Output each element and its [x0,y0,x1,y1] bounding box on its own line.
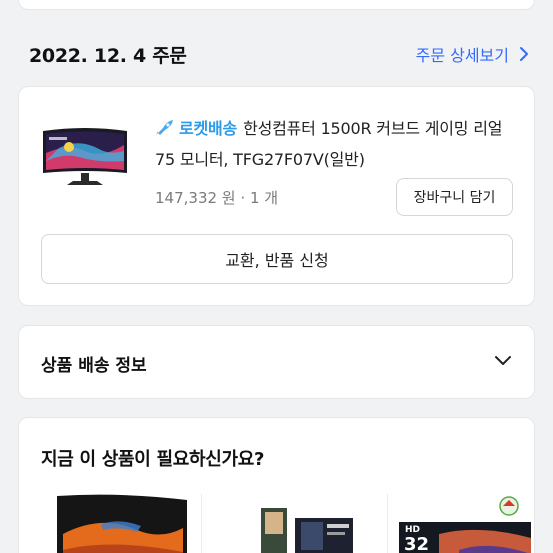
recommendation-title: 지금 이 상품이 필요하신가요? [41,449,265,470]
product-quantity: 1 개 [249,189,279,207]
shipping-info-section[interactable]: 상품 배송 정보 [18,325,535,399]
add-to-cart-button[interactable]: 장바구니 담기 [396,178,513,216]
rocket-delivery-label: 로켓배송 [179,119,238,138]
chevron-down-icon [495,356,511,365]
shipping-info-title: 상품 배송 정보 [41,356,147,376]
order-detail-label: 주문 상세보기 [415,46,509,65]
recommendation-list: HD 32 [41,494,531,553]
order-date: 2022. 12. 4 주문 [29,44,187,67]
recommendation-section: 지금 이 상품이 필요하신가요? HD 32 [18,417,535,553]
recommended-product-books[interactable] [219,494,369,553]
recommended-product-monitor[interactable] [41,494,201,553]
product-price: 147,332 원 [155,189,236,207]
order-product-card: 로켓배송 한성컴퓨터 1500R 커브드 게이밍 리얼 75 모니터, TFG27… [18,86,535,306]
order-detail-link[interactable]: 주문 상세보기 [416,42,529,66]
exchange-return-button[interactable]: 교환, 반품 신청 [41,234,513,284]
previous-card [18,0,535,10]
price-separator: · [240,189,246,207]
price-quantity: 147,332 원 · 1 개 [155,187,278,208]
tv-size-label: 32 [404,534,430,553]
recommendation-divider [201,494,202,553]
recommendation-divider [387,494,388,553]
recommended-product-tv[interactable]: HD 32 [399,494,531,553]
product-title[interactable]: 로켓배송 한성컴퓨터 1500R 커브드 게이밍 리얼 75 모니터, TFG27… [155,113,515,175]
product-thumbnail[interactable] [39,123,131,195]
chevron-right-icon [520,47,528,61]
rocket-icon [156,120,173,135]
order-header: 2022. 12. 4 주문 주문 상세보기 [29,40,529,68]
